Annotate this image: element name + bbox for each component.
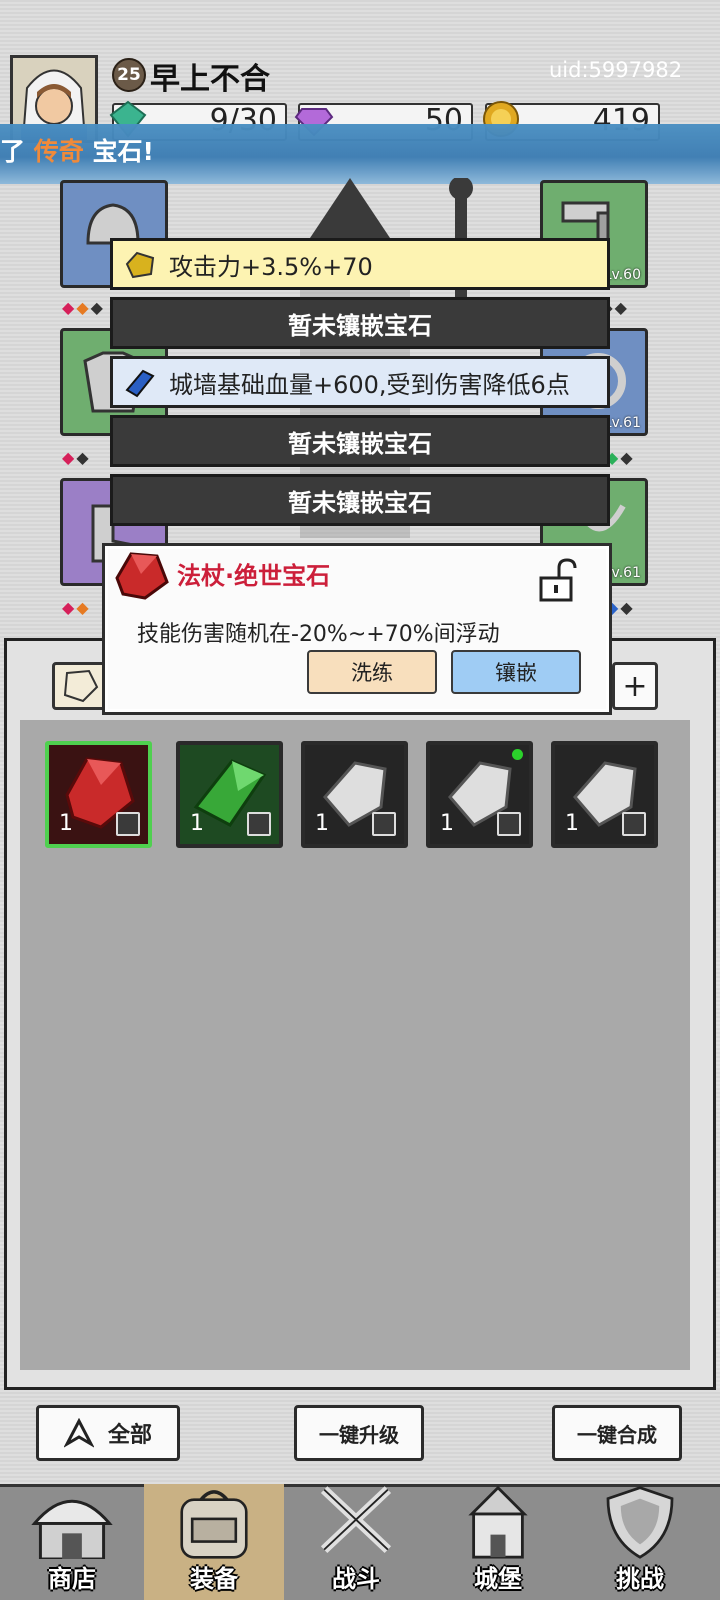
gem-socket-5[interactable]: 暂未镶嵌宝石 <box>110 474 610 526</box>
gem-socket-4[interactable]: 暂未镶嵌宝石 <box>110 415 610 467</box>
nav-tab-battle[interactable]: 战斗 <box>286 1484 426 1600</box>
unlock-icon[interactable] <box>537 558 577 602</box>
inlay-button[interactable]: 镶嵌 <box>451 650 581 694</box>
shop-icon <box>31 1499 113 1559</box>
gem-name: 法杖·绝世宝石 <box>177 562 331 590</box>
nav-label: 挑战 <box>616 1565 664 1593</box>
socket-text: 城墙基础血量+600,受到伤害降低6点 <box>169 370 570 399</box>
ring-icon <box>622 812 646 836</box>
shield-icon <box>606 1486 674 1559</box>
item-count: 1 <box>565 811 579 836</box>
inventory-item[interactable]: 1 <box>176 741 283 848</box>
blue-gem-icon <box>125 369 155 398</box>
slot-gem-dots: ◆◆ <box>606 448 635 467</box>
nav-tab-equipment[interactable]: 装备 <box>144 1484 284 1600</box>
helmet-icon <box>497 812 521 836</box>
backpack-icon <box>180 1490 248 1559</box>
castle-icon <box>468 1485 528 1559</box>
nav-tab-castle[interactable]: 城堡 <box>428 1484 568 1600</box>
item-count: 1 <box>315 811 329 836</box>
item-count: 1 <box>59 811 73 836</box>
gem-socket-3[interactable]: 城墙基础血量+600,受到伤害降低6点 <box>110 356 610 408</box>
nav-label: 商店 <box>48 1565 96 1593</box>
slot-gem-dots: ◆◆ <box>62 448 91 467</box>
player-name: 早上不合 <box>150 62 270 97</box>
socket-text: 攻击力+3.5%+70 <box>169 252 373 281</box>
boots-icon <box>372 812 396 836</box>
new-indicator-dot <box>512 749 523 760</box>
slot-gem-dots: ◆◆ <box>62 598 91 617</box>
reroll-button[interactable]: 洗练 <box>307 650 437 694</box>
upgrade-all-button[interactable]: 一键升级 <box>294 1405 424 1461</box>
announcement-text: 了 传奇 宝石! <box>0 137 154 166</box>
item-count: 1 <box>440 811 454 836</box>
nav-tab-challenge[interactable]: 挑战 <box>570 1484 710 1600</box>
filter-triangle-icon <box>63 1418 94 1448</box>
item-count: 1 <box>190 811 204 836</box>
gem-category-tab[interactable] <box>52 662 108 710</box>
socket-text: 暂未镶嵌宝石 <box>288 429 432 458</box>
inventory-item[interactable]: 1 <box>551 741 658 848</box>
expand-plus-button[interactable]: + <box>612 662 658 710</box>
slot-gem-dots: ◆◆◆ <box>62 298 105 317</box>
player-level-badge: 25 <box>112 58 146 92</box>
gem-detail-popup: 法杖·绝世宝石 技能伤害随机在-20%~+70%间浮动 洗练 镶嵌 <box>102 543 612 715</box>
crossed-swords-icon <box>320 1486 392 1554</box>
nav-label: 战斗 <box>332 1565 380 1593</box>
gem-outline-icon <box>63 669 99 703</box>
yellow-gem-icon <box>125 251 155 279</box>
nav-tab-shop[interactable]: 商店 <box>2 1484 142 1600</box>
merge-all-button[interactable]: 一键合成 <box>552 1405 682 1461</box>
filter-label: 全部 <box>107 1423 152 1448</box>
filter-all-button[interactable]: 全部 <box>36 1405 180 1461</box>
nav-label: 城堡 <box>474 1565 522 1593</box>
gem-socket-1[interactable]: 攻击力+3.5%+70 <box>110 238 610 290</box>
inventory-item[interactable]: 1 <box>426 741 533 848</box>
inventory-item[interactable]: 1 <box>45 741 152 848</box>
inventory-item[interactable]: 1 <box>301 741 408 848</box>
staff-icon <box>116 812 140 836</box>
socket-text: 暂未镶嵌宝石 <box>288 488 432 517</box>
gem-description: 技能伤害随机在-20%~+70%间浮动 <box>137 622 500 647</box>
nav-label: 装备 <box>190 1565 238 1593</box>
armor-icon <box>247 812 271 836</box>
red-gem-icon <box>115 552 169 600</box>
gem-socket-2[interactable]: 暂未镶嵌宝石 <box>110 297 610 349</box>
socket-text: 暂未镶嵌宝石 <box>288 311 432 340</box>
uid-label: uid:5997982 <box>549 58 683 82</box>
